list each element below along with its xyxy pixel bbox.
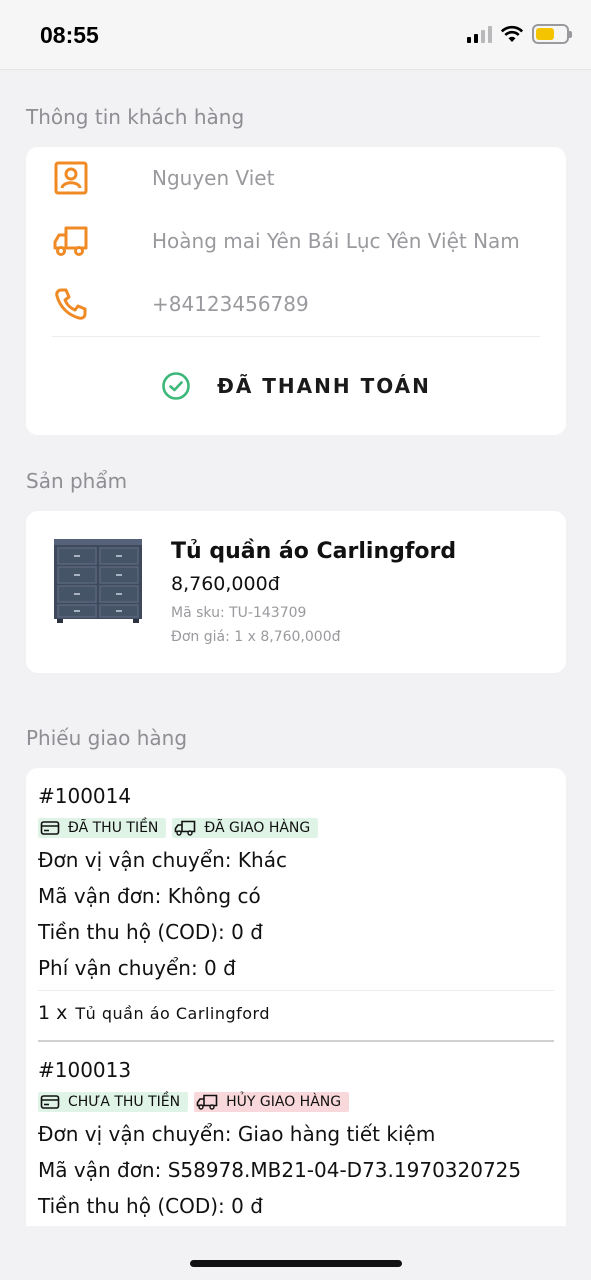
- shipment-separator: [38, 1040, 554, 1042]
- product-name: Tủ quần áo Carlingford: [171, 539, 457, 564]
- customer-phone: +84123456789: [152, 292, 309, 316]
- shipment-carrier: Đơn vị vận chuyển: Khác: [38, 848, 287, 872]
- product-price: 8,760,000đ: [171, 573, 280, 595]
- delivery-badge-label: HỦY GIAO HÀNG: [226, 1094, 342, 1110]
- home-indicator[interactable]: [190, 1260, 402, 1267]
- payment-status-label: ĐÃ THANH TOÁN: [217, 374, 431, 398]
- customer-name: Nguyen Viet: [152, 166, 275, 190]
- shipment-badges: ĐÃ THU TIỀN ĐÃ GIAO HÀNG: [38, 818, 319, 838]
- products-section-title: Sản phẩm: [26, 469, 128, 493]
- customer-section-title: Thông tin khách hàng: [26, 105, 245, 129]
- shipment-badges: CHƯA THU TIỀN HỦY GIAO HÀNG: [38, 1092, 350, 1112]
- status-bar: 08:55: [0, 0, 591, 70]
- wifi-icon: [500, 25, 524, 42]
- phone-icon: [55, 288, 87, 320]
- shipment-tracking: Mã vận đơn: S58978.MB21-04-D73.197032072…: [38, 1158, 522, 1182]
- product-sku: Mã sku: TU-143709: [171, 605, 307, 621]
- shipment-fee: Phí vận chuyển: 0 đ: [38, 956, 236, 980]
- shipment-product-line: 1 x Tủ quần áo Carlingford: [38, 1002, 270, 1024]
- payment-badge: ĐÃ THU TIỀN: [38, 818, 167, 838]
- shipments-card: #100014 ĐÃ THU TIỀN ĐÃ GIAO HÀNG Đơn vị …: [26, 768, 566, 1238]
- contact-icon: [54, 161, 88, 195]
- payment-badge-label: CHƯA THU TIỀN: [68, 1094, 181, 1110]
- shipment-item[interactable]: #100014 ĐÃ THU TIỀN ĐÃ GIAO HÀNG Đơn vị …: [38, 782, 554, 1044]
- product-image: [54, 539, 142, 623]
- customer-name-row: Nguyen Viet: [52, 159, 274, 197]
- shipment-product-qty: 1 x: [38, 1002, 68, 1024]
- delivery-badge-label: ĐÃ GIAO HÀNG: [204, 820, 311, 836]
- battery-icon: [532, 24, 572, 44]
- shipment-code: #100013: [38, 1058, 132, 1082]
- status-icons: [467, 24, 572, 44]
- status-time: 08:55: [40, 22, 99, 48]
- shipment-carrier: Đơn vị vận chuyển: Giao hàng tiết kiệm: [38, 1122, 436, 1146]
- payment-badge-label: ĐÃ THU TIỀN: [68, 820, 159, 836]
- truck-icon: [53, 226, 88, 256]
- signal-icon: [467, 25, 492, 43]
- card-icon: [40, 1095, 60, 1109]
- customer-card: Nguyen Viet Hoàng mai Yên Bái Lục Yên Vi…: [26, 147, 566, 435]
- shipment-item[interactable]: #100013 CHƯA THU TIỀN HỦY GIAO HÀNG Đơn …: [38, 1056, 554, 1238]
- customer-address-row: Hoàng mai Yên Bái Lục Yên Việt Nam: [52, 222, 520, 260]
- shipment-cod: Tiền thu hộ (COD): 0 đ: [38, 920, 263, 944]
- customer-address: Hoàng mai Yên Bái Lục Yên Việt Nam: [152, 229, 520, 253]
- shipment-cod: Tiền thu hộ (COD): 0 đ: [38, 1194, 263, 1218]
- payment-badge: CHƯA THU TIỀN: [38, 1092, 189, 1112]
- customer-divider: [52, 336, 540, 337]
- shipment-divider: [38, 990, 554, 991]
- delivery-badge: ĐÃ GIAO HÀNG: [172, 818, 319, 838]
- check-circle-icon: [162, 372, 190, 400]
- bottom-safe-area: [0, 1226, 591, 1280]
- customer-phone-row: +84123456789: [52, 285, 309, 323]
- delivery-truck-icon: [175, 820, 196, 836]
- shipment-tracking: Mã vận đơn: Không có: [38, 884, 261, 908]
- product-unit-price: Đơn giá: 1 x 8,760,000đ: [171, 629, 341, 645]
- shipment-code: #100014: [38, 784, 132, 808]
- shipment-product-name: Tủ quần áo Carlingford: [75, 1004, 270, 1023]
- payment-status: ĐÃ THANH TOÁN: [26, 371, 566, 401]
- delivery-truck-icon: [196, 1094, 218, 1110]
- card-icon: [40, 821, 60, 835]
- shipments-section-title: Phiếu giao hàng: [26, 726, 188, 750]
- delivery-badge: HỦY GIAO HÀNG: [194, 1092, 350, 1112]
- product-card[interactable]: Tủ quần áo Carlingford 8,760,000đ Mã sku…: [26, 511, 566, 673]
